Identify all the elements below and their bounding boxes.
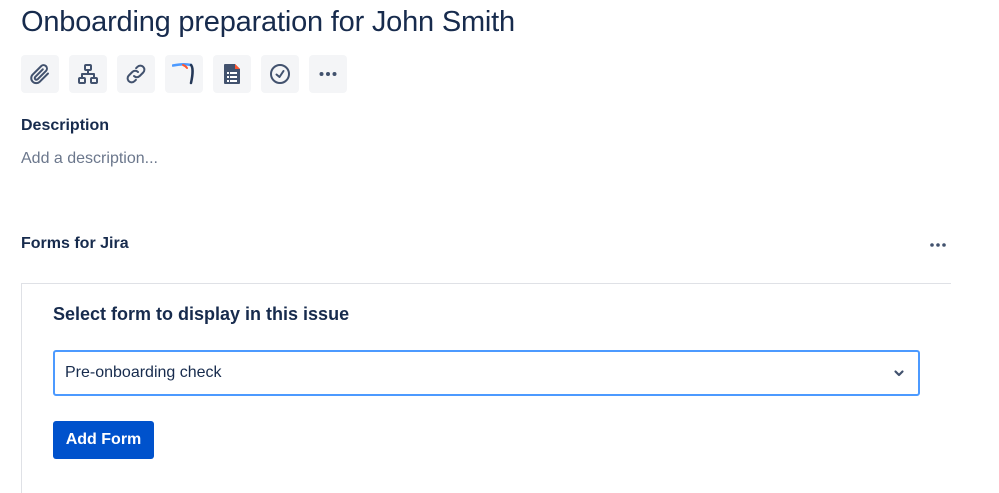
app-button[interactable] [165, 55, 203, 93]
forms-button[interactable] [213, 55, 251, 93]
child-issue-button[interactable] [69, 55, 107, 93]
link-issue-button[interactable] [117, 55, 155, 93]
boomerang-icon [172, 63, 194, 85]
add-form-button[interactable]: Add Form [53, 421, 154, 459]
paperclip-icon [30, 64, 49, 85]
log-time-button[interactable] [261, 55, 299, 93]
more-actions-button[interactable] [309, 55, 347, 93]
hierarchy-icon [78, 64, 98, 84]
more-icon [930, 243, 946, 247]
clock-icon [270, 64, 290, 84]
form-select-value: Pre-onboarding check [65, 364, 222, 381]
attach-button[interactable] [21, 55, 59, 93]
form-document-icon [224, 64, 240, 84]
forms-section-label: Forms for Jira [21, 235, 129, 252]
issue-toolbar [21, 55, 347, 93]
more-icon [319, 72, 337, 76]
forms-panel-title: Select form to display in this issue [53, 304, 350, 324]
chevron-down-icon [894, 370, 904, 377]
form-select[interactable]: Pre-onboarding check [53, 350, 920, 396]
description-label: Description [21, 117, 110, 134]
issue-title[interactable]: Onboarding preparation for John Smith [21, 6, 515, 39]
link-icon [126, 64, 146, 84]
forms-panel: Select form to display in this issue Pre… [21, 283, 951, 493]
forms-more-button[interactable] [925, 236, 951, 254]
description-field[interactable]: Add a description... [21, 150, 951, 172]
